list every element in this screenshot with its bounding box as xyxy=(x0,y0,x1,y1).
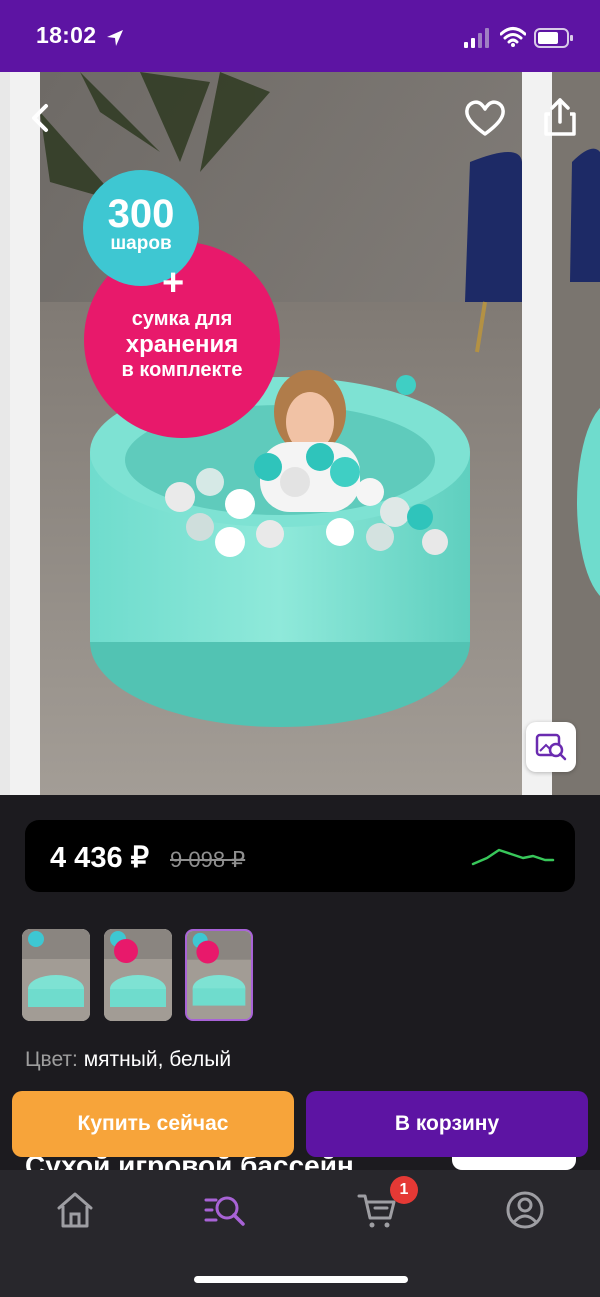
previous-photo-edge xyxy=(0,72,10,795)
search-by-photo-button[interactable] xyxy=(526,722,576,772)
cellular-signal-icon xyxy=(464,28,489,48)
catalog-search-icon xyxy=(204,1196,245,1226)
status-time: 18:02 xyxy=(36,22,97,48)
tab-catalog[interactable] xyxy=(203,1188,247,1232)
location-arrow-icon xyxy=(107,30,123,46)
tab-profile[interactable] xyxy=(503,1188,547,1232)
promo-plus: + xyxy=(162,262,185,304)
cart-count-badge: 1 xyxy=(390,1176,418,1204)
status-bar: 18:02 xyxy=(0,0,600,72)
thumbnail-2[interactable] xyxy=(104,929,172,1021)
promo-line2: хранения xyxy=(125,331,239,358)
home-indicator xyxy=(194,1276,408,1283)
profile-icon xyxy=(506,1191,544,1229)
promo-line3: в комплекте xyxy=(121,359,243,381)
image-search-icon xyxy=(535,733,567,761)
next-photo-edge xyxy=(552,72,600,795)
promo-count-unit: шаров xyxy=(110,233,172,254)
product-gallery[interactable]: сумка для хранения в комплекте 300 шаров… xyxy=(0,72,600,795)
battery-icon xyxy=(534,28,573,48)
color-label: Цвет: xyxy=(25,1048,78,1071)
color-attribute: Цвет: мятный, белый xyxy=(25,1048,231,1072)
wifi-icon xyxy=(500,27,526,47)
home-icon xyxy=(57,1192,93,1228)
thumbnail-3[interactable] xyxy=(185,929,253,1021)
favorite-heart-icon[interactable] xyxy=(464,98,506,138)
old-price: 9 098 ₽ xyxy=(170,847,246,872)
back-chevron-icon[interactable] xyxy=(22,100,58,136)
price-card[interactable]: 4 436 ₽ 9 098 ₽ xyxy=(25,820,575,892)
thumbnail-1[interactable] xyxy=(22,929,90,1021)
share-icon[interactable] xyxy=(540,96,580,138)
add-to-cart-button[interactable]: В корзину xyxy=(306,1091,588,1157)
tab-home[interactable] xyxy=(53,1188,97,1232)
current-price: 4 436 ₽ xyxy=(50,842,150,874)
promo-count: 300 xyxy=(107,192,175,236)
price-trend-chart-icon[interactable] xyxy=(471,842,555,872)
buy-now-button[interactable]: Купить сейчас xyxy=(12,1091,294,1157)
promo-line1: сумка для xyxy=(131,308,233,330)
color-value: мятный, белый xyxy=(83,1048,232,1071)
